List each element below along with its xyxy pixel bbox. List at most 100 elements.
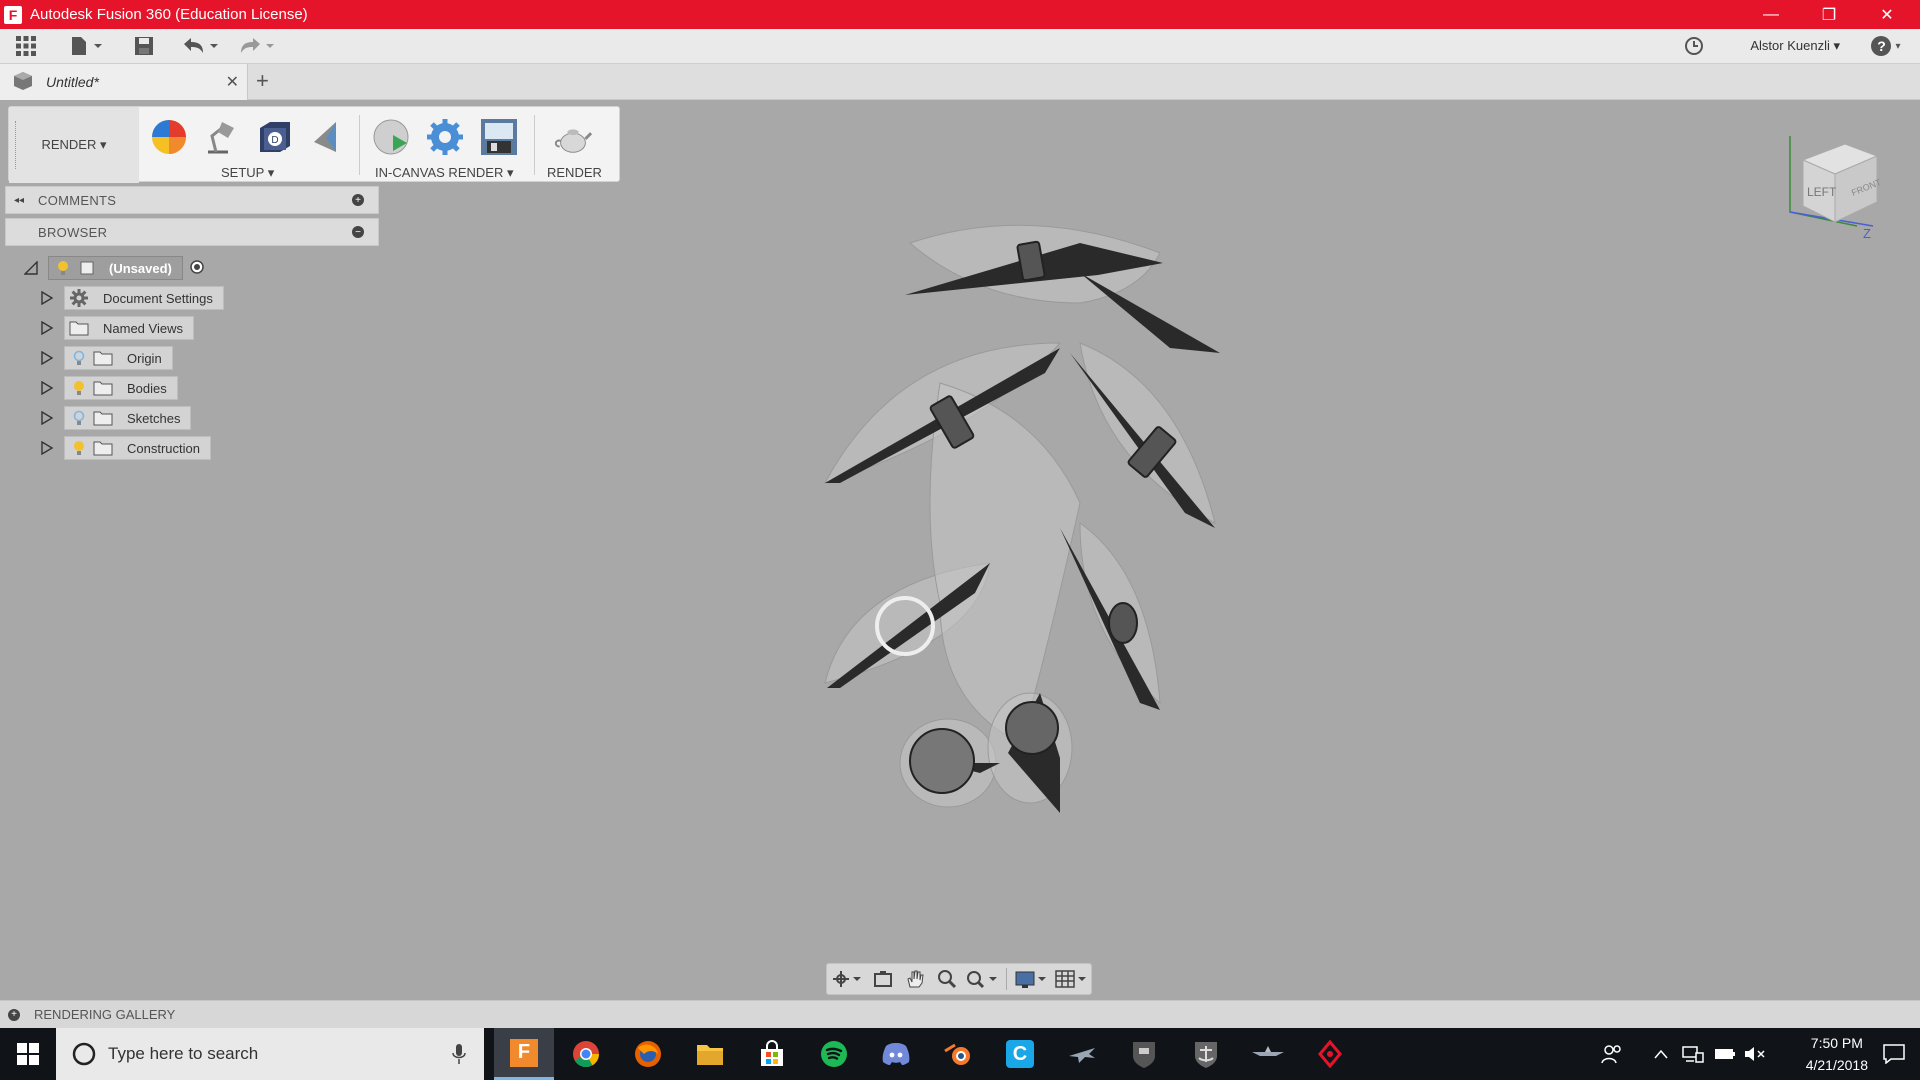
network-icon[interactable]	[1678, 1028, 1708, 1080]
taskbar-spotify-icon[interactable]	[804, 1028, 864, 1080]
construction-node[interactable]: Construction	[64, 436, 211, 460]
gallery-expand-icon[interactable]: +	[8, 1008, 20, 1021]
pan-hand-icon[interactable]	[899, 965, 931, 993]
grip-handle[interactable]	[15, 121, 17, 169]
minimize-button[interactable]: —	[1742, 0, 1800, 29]
bodies-node[interactable]: Bodies	[64, 376, 178, 400]
activate-component-radio-icon[interactable]	[189, 259, 205, 278]
taskbar-plane-app-icon[interactable]	[1052, 1028, 1112, 1080]
origin-node[interactable]: Origin	[64, 346, 173, 370]
tree-item-construction[interactable]: Construction	[40, 435, 211, 461]
gear-icon	[69, 289, 89, 307]
lightbulb-on-icon[interactable]	[69, 379, 89, 397]
file-menu-icon[interactable]	[66, 34, 106, 58]
3d-viewport-canvas[interactable]	[380, 183, 1920, 997]
tree-item-origin[interactable]: Origin	[40, 345, 173, 371]
expand-triangle-icon[interactable]	[40, 411, 54, 425]
user-account-menu[interactable]: Alstor Kuenzli ▾	[1750, 38, 1840, 54]
new-tab-button[interactable]: +	[256, 68, 269, 94]
taskbar-chrome-icon[interactable]	[556, 1028, 616, 1080]
look-at-icon[interactable]	[867, 965, 899, 993]
close-tab-icon[interactable]: ✕	[226, 72, 239, 92]
workspace-switcher[interactable]: RENDER ▾	[9, 107, 139, 183]
sketches-node[interactable]: Sketches	[64, 406, 192, 430]
scene-settings-lamp-icon[interactable]	[201, 117, 241, 157]
taskbar-firefox-icon[interactable]	[618, 1028, 678, 1080]
root-component-node[interactable]: (Unsaved)	[48, 256, 183, 280]
document-settings-node[interactable]: Document Settings	[64, 286, 224, 310]
volume-muted-icon[interactable]	[1740, 1028, 1770, 1080]
taskbar-store-icon[interactable]	[742, 1028, 802, 1080]
zoom-icon[interactable]	[931, 965, 963, 993]
tree-item-label: Bodies	[127, 380, 167, 396]
named-views-node[interactable]: Named Views	[64, 316, 194, 340]
lightbulb-off-icon[interactable]	[69, 409, 89, 427]
title-bar: F Autodesk Fusion 360 (Education License…	[0, 0, 1920, 29]
windows-start-icon[interactable]	[0, 1028, 56, 1080]
expand-triangle-icon[interactable]	[40, 321, 54, 335]
help-dropdown-caret: ▾	[1895, 40, 1901, 52]
folder-icon	[93, 349, 113, 367]
in-canvas-render-group-label[interactable]: IN-CANVAS RENDER ▾	[375, 165, 513, 181]
render-settings-gear-icon[interactable]	[425, 117, 465, 157]
render-teapot-icon[interactable]	[553, 117, 593, 157]
redo-icon[interactable]	[236, 34, 276, 58]
taskbar-fusion360-icon[interactable]: F	[494, 1028, 554, 1080]
taskbar-c-app-icon[interactable]: C	[990, 1028, 1050, 1080]
setup-group-label[interactable]: SETUP ▾	[221, 165, 274, 181]
taskbar-world-of-warplanes-icon[interactable]	[1238, 1028, 1298, 1080]
viewcube-navigation[interactable]: LEFT FRONT Z	[1785, 130, 1885, 240]
texture-map-controls-icon[interactable]: D	[255, 117, 295, 157]
action-center-icon[interactable]	[1868, 1028, 1920, 1080]
restore-button[interactable]: ❐	[1800, 0, 1858, 29]
collapse-triangle-icon[interactable]	[24, 261, 38, 275]
taskbar-world-of-warships-icon[interactable]	[1176, 1028, 1236, 1080]
tree-item-bodies[interactable]: Bodies	[40, 375, 178, 401]
save-icon[interactable]	[130, 34, 158, 58]
render-group-label[interactable]: RENDER	[547, 165, 602, 180]
taskbar-red-app-icon[interactable]	[1300, 1028, 1360, 1080]
fit-zoom-window-icon[interactable]	[962, 965, 1002, 993]
appearance-icon[interactable]	[149, 117, 189, 157]
in-canvas-render-icon[interactable]	[371, 117, 411, 157]
browser-panel-header[interactable]: BROWSER −	[5, 218, 379, 246]
browser-collapse-icon[interactable]: −	[352, 226, 364, 238]
lightbulb-on-icon[interactable]	[53, 259, 73, 277]
clock-date: 4/21/2018	[1805, 1057, 1868, 1073]
tree-item-sketches[interactable]: Sketches	[40, 405, 192, 431]
tree-root-row[interactable]: (Unsaved)	[24, 255, 205, 281]
rendering-gallery-bar[interactable]: + RENDERING GALLERY	[0, 1000, 1920, 1028]
expand-triangle-icon[interactable]	[40, 351, 54, 365]
expand-triangle-icon[interactable]	[40, 381, 54, 395]
battery-icon[interactable]	[1710, 1028, 1740, 1080]
tree-item-document-settings[interactable]: Document Settings	[40, 285, 224, 311]
microphone-icon[interactable]	[452, 1043, 466, 1070]
comments-add-icon[interactable]: +	[352, 194, 364, 206]
collapse-panels-icon[interactable]: ◂◂	[14, 195, 24, 206]
help-icon[interactable]: ? ▾	[1866, 34, 1906, 58]
people-icon[interactable]	[1592, 1028, 1632, 1080]
system-clock[interactable]: 7:50 PM 4/21/2018	[1806, 1032, 1868, 1076]
tab-untitled[interactable]: Untitled* ✕	[0, 64, 248, 100]
taskbar-world-of-tanks-icon[interactable]	[1114, 1028, 1174, 1080]
tree-item-named-views[interactable]: Named Views	[40, 315, 194, 341]
display-settings-icon[interactable]	[1011, 965, 1051, 993]
close-window-button[interactable]: ✕	[1858, 0, 1916, 29]
taskbar-discord-icon[interactable]	[866, 1028, 926, 1080]
comments-panel-header[interactable]: ◂◂ COMMENTS +	[5, 186, 379, 214]
data-panel-grid-icon[interactable]	[12, 34, 40, 58]
expand-triangle-icon[interactable]	[40, 441, 54, 455]
undo-icon[interactable]	[180, 34, 220, 58]
orbit-icon[interactable]	[827, 965, 867, 993]
grid-and-snaps-icon[interactable]	[1051, 965, 1091, 993]
taskbar-search-box[interactable]: Type here to search	[56, 1028, 484, 1080]
capture-image-icon[interactable]	[479, 117, 519, 157]
taskbar-blender-icon[interactable]	[928, 1028, 988, 1080]
show-hidden-icons-chevron-icon[interactable]	[1646, 1028, 1676, 1080]
lightbulb-off-icon[interactable]	[69, 349, 89, 367]
lightbulb-on-icon[interactable]	[69, 439, 89, 457]
taskbar-file-explorer-icon[interactable]	[680, 1028, 740, 1080]
expand-triangle-icon[interactable]	[40, 291, 54, 305]
job-status-clock-icon[interactable]	[1680, 34, 1708, 58]
decal-icon[interactable]	[305, 117, 345, 157]
